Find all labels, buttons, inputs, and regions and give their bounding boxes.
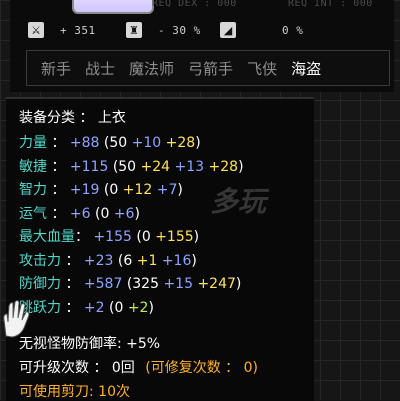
stat-value-part: ： (61, 276, 80, 292)
speed-value: 0 % (282, 23, 304, 37)
stat-value-part: ) (177, 182, 183, 198)
stat-value-part: ： (75, 229, 89, 245)
stat-value-part: (6 (117, 252, 137, 269)
stat-value-part: (0 (109, 299, 128, 316)
stat-value-part: +28 (208, 158, 239, 175)
stat-value-part: (0 (103, 182, 123, 198)
stat-value-part: ) (193, 229, 200, 245)
stat-value-part: ) (238, 158, 244, 175)
stat-value-part: ) (148, 299, 154, 316)
attack-stat: ⚔ + 351 (28, 19, 96, 41)
stat-line: 运气 ： +6 (0 +6) (19, 203, 140, 223)
stat-value-part: +247 (197, 276, 236, 292)
job-beginner: 新手 (41, 59, 72, 78)
stat-value-part: +28 (165, 135, 196, 151)
repair-count: (可修复次数 ： 0) (145, 360, 258, 376)
stat-line: 智力 ： +19 (0 +12 +7) (19, 179, 183, 199)
stat-value-part: +15 (163, 276, 198, 292)
stat-value-part: +1 (136, 252, 162, 269)
stat-value-part: +10 (131, 135, 166, 151)
req-dex: REQ DEX : 000 (152, 0, 237, 9)
category-line: 装备分类 ： 上衣 (19, 107, 126, 127)
stat-value-part: +19 (65, 182, 104, 198)
stat-label: 最大血量 (19, 229, 75, 245)
stat-value-part: (0 (95, 205, 114, 222)
stat-value-part: (0 (136, 229, 156, 245)
stats-row: ⚔ + 351 ♜ - 30 % ◢ 0 % (28, 19, 386, 41)
stat-value-part: +155 (155, 229, 194, 245)
stat-value-part: ) (191, 252, 197, 269)
stat-value-part: ： (47, 158, 66, 175)
stat-value-part: +6 (65, 205, 95, 222)
stat-value-part: +6 (113, 205, 135, 222)
tooltip-divider (6, 98, 314, 99)
attack-value: + 351 (60, 23, 96, 37)
job-magician: 魔法师 (129, 59, 175, 78)
stat-value-part: +24 (140, 158, 175, 175)
stat-value-part: (50 (112, 158, 141, 175)
stat-value-part: +2 (79, 299, 109, 316)
stat-value-part: +12 (122, 182, 157, 198)
stat-value-part: +2 (127, 299, 149, 316)
stat-label: 力量 (19, 135, 47, 151)
stat-value-part: ) (195, 135, 201, 151)
stat-value-part: (50 (103, 135, 132, 151)
scissors-line: 可使用剪刀: 10次 (19, 384, 130, 400)
stat-label: 攻击力 (19, 252, 61, 269)
stat-label: 智力 (19, 182, 47, 198)
weight-stat: ♜ - 30 % (126, 19, 201, 41)
stat-value-part: +155 (89, 229, 137, 245)
item-image-frame (72, 0, 154, 14)
stat-line: 防御力 ： +587 (325 +15 +247) (19, 273, 241, 293)
equipment-header-panel: REQ DEX : 000 REQ INT : 000 ⚔ + 351 ♜ - … (10, 0, 394, 92)
stat-value-part: +23 (79, 252, 118, 269)
weight-icon: ♜ (126, 22, 142, 38)
stat-value-part: ) (235, 276, 242, 292)
stat-label: 敏捷 (19, 158, 47, 175)
stat-value-part: +13 (174, 158, 209, 175)
category-value: 上衣 (97, 110, 126, 126)
stat-line: 攻击力 ： +23 (6 +1 +16) (19, 250, 197, 270)
stat-value-part: ： (47, 205, 66, 222)
stat-value-part: ： (61, 252, 80, 269)
stat-value-part: ) (134, 205, 140, 222)
speed-stat: ◢ 0 % (220, 19, 303, 41)
job-pirate: 海盗 (291, 59, 322, 78)
weight-value: - 30 % (158, 23, 201, 37)
stat-line: 最大血量： +155 (0 +155) (19, 226, 199, 246)
stat-label: 防御力 (19, 276, 61, 292)
upgrade-count: 可升级次数 ： 0回 (19, 360, 135, 376)
stat-value-part: ： (47, 182, 66, 198)
speed-icon: ◢ (220, 22, 236, 38)
item-tooltip: 装备分类 ： 上衣 力量 ： +88 (50 +10 +28) 敏捷 ： +115… (6, 97, 314, 401)
stat-line: 敏捷 ： +115 (50 +24 +13 +28) (19, 156, 244, 176)
upgrade-line: 可升级次数 ： 0回 (可修复次数 ： 0) (19, 357, 258, 377)
ignore-defense-line: 无视怪物防御率: +5% (19, 336, 161, 352)
stat-value-part: (325 (126, 276, 164, 292)
stat-value-part: ： (61, 299, 80, 316)
category-label: 装备分类 ： (19, 110, 94, 126)
attack-icon: ⚔ (28, 22, 44, 38)
stat-value-part: +115 (65, 158, 113, 175)
stat-value-part: +7 (156, 182, 178, 198)
job-thief: 飞侠 (247, 59, 278, 78)
job-warrior: 战士 (85, 59, 116, 78)
stat-line: 力量 ： +88 (50 +10 +28) (19, 132, 201, 152)
watermark-logo: 多玩 (210, 185, 267, 218)
stat-value-part: ： (47, 135, 66, 151)
stat-line: 跳跃力 ： +2 (0 +2) (19, 297, 154, 317)
job-bowman: 弓箭手 (188, 59, 234, 78)
req-int: REQ INT : 000 (288, 0, 373, 9)
glove-cursor-icon (3, 300, 30, 338)
stat-value-part: +88 (65, 135, 104, 151)
stat-value-part: +16 (161, 252, 192, 269)
stat-value-part: +587 (79, 276, 127, 292)
stat-label: 运气 (19, 205, 47, 222)
job-list: 新手 战士 魔法师 弓箭手 飞侠 海盗 (26, 50, 390, 86)
